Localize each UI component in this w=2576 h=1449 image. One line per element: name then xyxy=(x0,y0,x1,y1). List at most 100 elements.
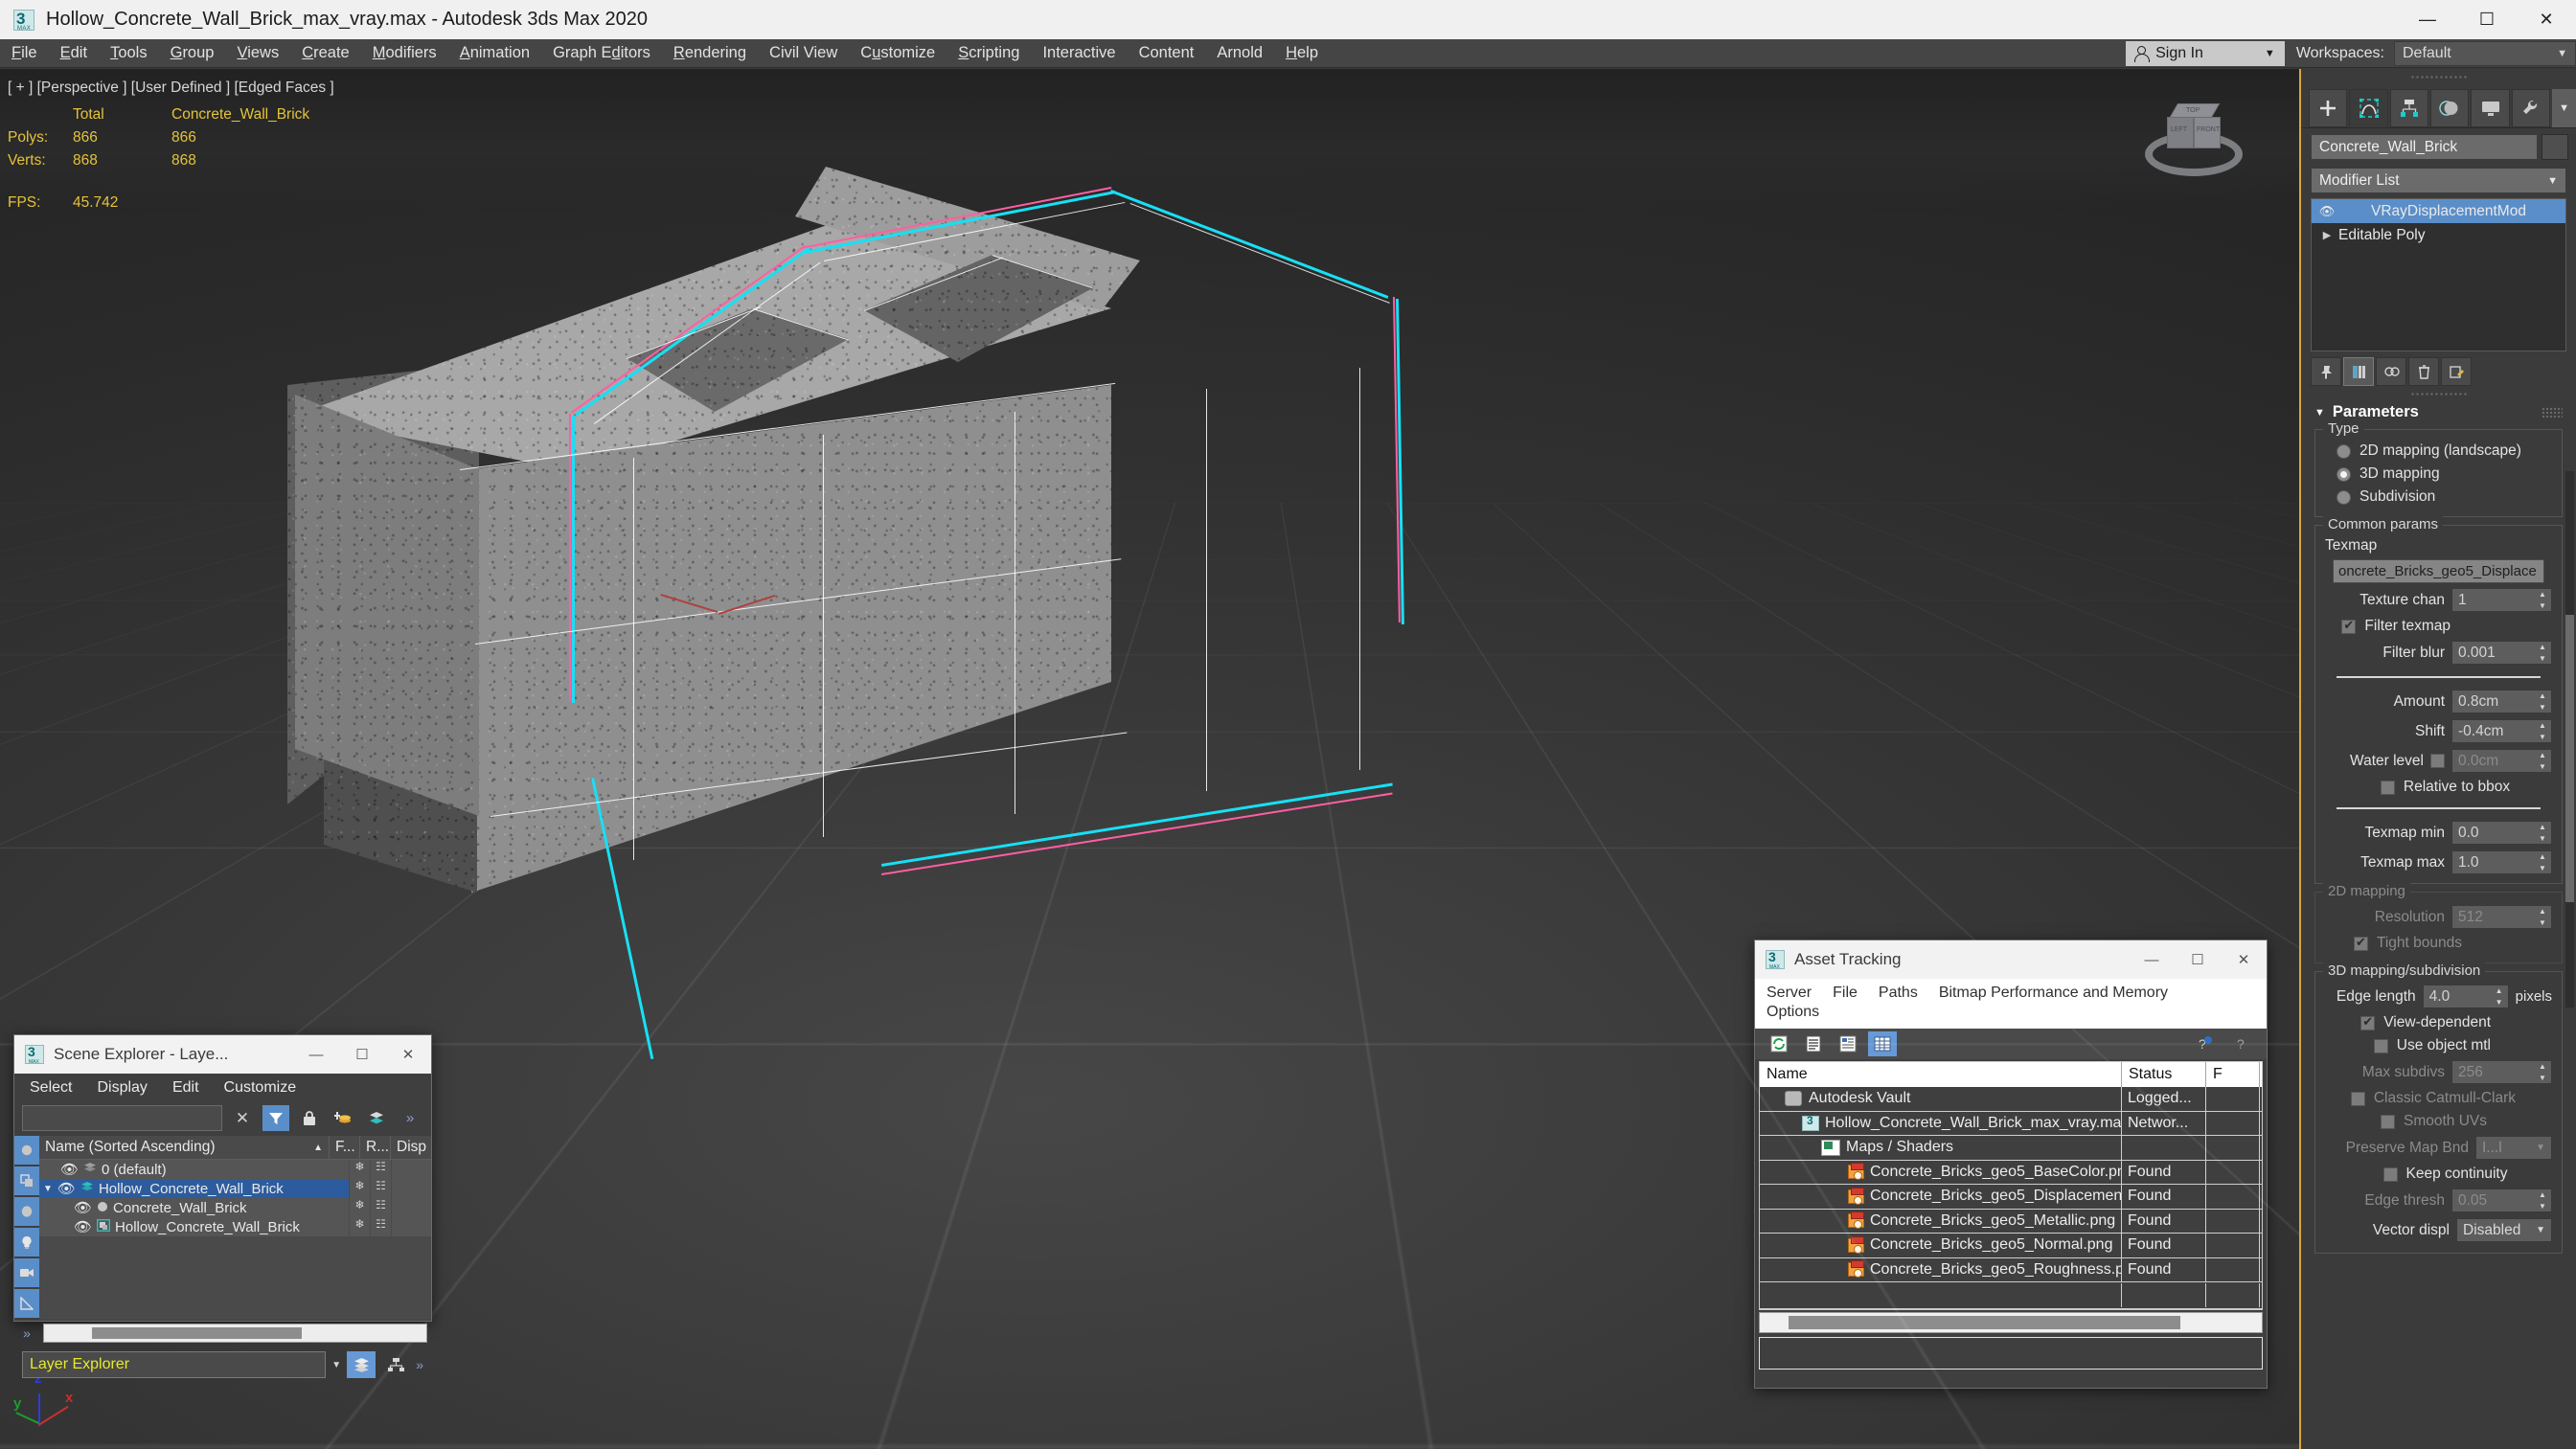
column-renderable[interactable]: R... xyxy=(360,1135,391,1160)
hierarchy-view-button[interactable] xyxy=(381,1351,410,1378)
spinner-arrows-icon[interactable]: ▲ ▼ xyxy=(2537,853,2548,872)
asset-tracking-titlebar[interactable]: 3 MAX Asset Tracking — ☐ ✕ xyxy=(1755,940,2267,979)
column-display[interactable]: Disp xyxy=(391,1136,431,1160)
freeze-toggle[interactable]: ❄ xyxy=(349,1198,370,1217)
table-row[interactable]: Concrete_Bricks_geo5_Roughness.png Found xyxy=(1760,1257,2262,1282)
close-button[interactable]: ✕ xyxy=(2221,940,2267,979)
explorer-mode-select[interactable]: Layer Explorer xyxy=(22,1351,327,1378)
column-status[interactable]: Status xyxy=(2122,1062,2206,1087)
display-cell[interactable] xyxy=(391,1179,431,1198)
minimize-button[interactable]: — xyxy=(2129,940,2175,979)
details-view-icon[interactable] xyxy=(1834,1031,1862,1056)
list-view-icon[interactable] xyxy=(1799,1031,1828,1056)
menu-rendering[interactable]: Rendering xyxy=(662,40,758,66)
radio-2d-mapping[interactable]: 2D mapping (landscape) xyxy=(2323,440,2554,463)
texmap-max-spinner[interactable]: 1.0 ▲ ▼ xyxy=(2451,850,2552,874)
checkbox-icon[interactable] xyxy=(2380,780,2395,795)
render-toggle[interactable]: ☷ xyxy=(370,1160,391,1179)
menu-animation[interactable]: Animation xyxy=(448,40,541,66)
freeze-toggle[interactable]: ❄ xyxy=(349,1179,370,1198)
menu-tools[interactable]: Tools xyxy=(99,40,159,66)
maximize-button[interactable]: ☐ xyxy=(2175,940,2221,979)
maximize-button[interactable]: ☐ xyxy=(339,1035,385,1074)
edge-length-spinner[interactable]: 4.0 ▲ ▼ xyxy=(2422,985,2509,1008)
object-name-field[interactable]: Concrete_Wall_Brick xyxy=(2311,134,2538,160)
modifier-stack-item-editable-poly[interactable]: ▶ Editable Poly xyxy=(2312,223,2565,247)
show-end-result-button[interactable] xyxy=(2343,357,2374,386)
eye-icon[interactable]: 👁 xyxy=(57,1180,76,1197)
menu-customize[interactable]: Customize xyxy=(224,1079,297,1097)
scene-explorer-list[interactable]: Name (Sorted Ascending) ▲ F... R... Disp… xyxy=(39,1135,431,1320)
table-row[interactable]: Concrete_Bricks_geo5_Displacement.png Fo… xyxy=(1760,1184,2262,1210)
filter-shapes-icon[interactable] xyxy=(14,1166,39,1195)
use-object-mtl-row[interactable]: Use object mtl xyxy=(2323,1034,2554,1057)
menu-views[interactable]: Views xyxy=(225,40,290,66)
modifier-stack[interactable]: 👁 VRayDisplacementMod ▶ Editable Poly xyxy=(2311,198,2566,351)
render-toggle[interactable]: ☷ xyxy=(370,1217,391,1236)
command-panel-scrollbar[interactable] xyxy=(2565,471,2574,1008)
menu-file[interactable]: File xyxy=(1833,985,1858,1002)
sign-in-button[interactable]: Sign In ▼ xyxy=(2126,40,2285,66)
relative-bbox-row[interactable]: Relative to bbox xyxy=(2323,776,2554,799)
rollout-drag-grip[interactable] xyxy=(2409,392,2468,397)
clear-search-icon[interactable]: ✕ xyxy=(229,1105,256,1131)
close-button[interactable]: ✕ xyxy=(385,1035,431,1074)
filter-geometry-icon[interactable] xyxy=(14,1136,39,1165)
water-level-spinner[interactable]: 0.0cm ▲ ▼ xyxy=(2451,749,2552,773)
list-item[interactable]: 👁 Hollow_Concrete_Wall_Brick ❄ ☷ xyxy=(39,1217,431,1236)
menu-options[interactable]: Options xyxy=(1767,1004,2255,1021)
render-toggle[interactable]: ☷ xyxy=(370,1179,391,1198)
spinner-arrows-icon[interactable]: ▲ ▼ xyxy=(2537,644,2548,663)
pin-stack-button[interactable] xyxy=(2311,357,2341,386)
freeze-toggle[interactable]: ❄ xyxy=(349,1217,370,1236)
table-row[interactable]: Concrete_Bricks_geo5_Metallic.png Found xyxy=(1760,1209,2262,1234)
view-cube[interactable]: TOP LEFT FRONT xyxy=(2141,90,2246,191)
menu-bitmap-performance[interactable]: Bitmap Performance and Memory xyxy=(1939,985,2168,1002)
scene-explorer-window[interactable]: 3 MAX Scene Explorer - Laye... — ☐ ✕ Sele… xyxy=(13,1034,432,1378)
column-name[interactable]: Name xyxy=(1760,1062,2122,1087)
eye-icon[interactable]: 👁 xyxy=(2315,204,2338,219)
panel-drag-grip[interactable] xyxy=(2409,75,2468,80)
help-new-icon[interactable]: ? xyxy=(2190,1031,2219,1056)
radio-icon[interactable] xyxy=(2337,443,2351,459)
menu-create[interactable]: Create xyxy=(290,40,361,66)
column-frozen[interactable]: F... xyxy=(330,1135,360,1160)
radio-3d-mapping[interactable]: 3D mapping xyxy=(2323,463,2554,486)
chevron-down-icon[interactable]: ▼ xyxy=(331,1360,341,1370)
spinner-arrows-icon[interactable]: ▲ ▼ xyxy=(2537,692,2548,712)
utilities-tab[interactable] xyxy=(2511,89,2551,127)
checkbox-icon[interactable] xyxy=(2373,1038,2388,1053)
menu-content[interactable]: Content xyxy=(1128,40,1206,66)
filter-cameras-icon[interactable] xyxy=(14,1258,39,1287)
display-cell[interactable] xyxy=(391,1198,431,1217)
scrollbar-thumb[interactable] xyxy=(92,1327,303,1339)
keep-continuity-row[interactable]: Keep continuity xyxy=(2323,1163,2554,1186)
table-row[interactable]: Autodesk Vault Logged... xyxy=(1760,1086,2262,1112)
list-empty-area[interactable] xyxy=(39,1236,431,1282)
display-cell[interactable] xyxy=(391,1217,431,1236)
texture-chan-spinner[interactable]: 1 ▲ ▼ xyxy=(2451,588,2552,612)
list-item[interactable]: 👁 Concrete_Wall_Brick ❄ ☷ xyxy=(39,1198,431,1217)
make-unique-button[interactable] xyxy=(2376,357,2406,386)
chevron-down-icon[interactable]: ▼ xyxy=(43,1184,53,1194)
render-toggle[interactable]: ☷ xyxy=(370,1198,391,1217)
menu-customize[interactable]: Customize xyxy=(849,40,946,66)
table-row[interactable]: Concrete_Bricks_geo5_Normal.png Found xyxy=(1760,1233,2262,1258)
column-full-path[interactable]: F xyxy=(2206,1062,2260,1087)
texmap-button[interactable]: oncrete_Bricks_geo5_Displace xyxy=(2333,559,2544,583)
radio-icon-selected[interactable] xyxy=(2337,466,2351,482)
add-layer-icon[interactable] xyxy=(330,1105,356,1131)
table-row[interactable]: Concrete_Bricks_geo5_BaseColor.png Found xyxy=(1760,1160,2262,1185)
search-input[interactable] xyxy=(22,1105,222,1131)
water-level-checkbox[interactable] xyxy=(2430,754,2445,768)
eye-icon[interactable]: 👁 xyxy=(74,1218,92,1235)
menu-civil-view[interactable]: Civil View xyxy=(758,40,849,66)
spinner-arrows-icon[interactable]: ▲ ▼ xyxy=(2537,752,2548,771)
layer-stack-icon[interactable] xyxy=(363,1105,390,1131)
lock-icon[interactable] xyxy=(296,1105,323,1131)
tabs-overflow-button[interactable]: ▼ xyxy=(2552,89,2576,127)
create-tab[interactable] xyxy=(2309,89,2348,127)
layer-view-button[interactable] xyxy=(347,1351,376,1378)
amount-spinner[interactable]: 0.8cm ▲ ▼ xyxy=(2451,690,2552,713)
help-icon[interactable]: ? xyxy=(2228,1031,2257,1056)
